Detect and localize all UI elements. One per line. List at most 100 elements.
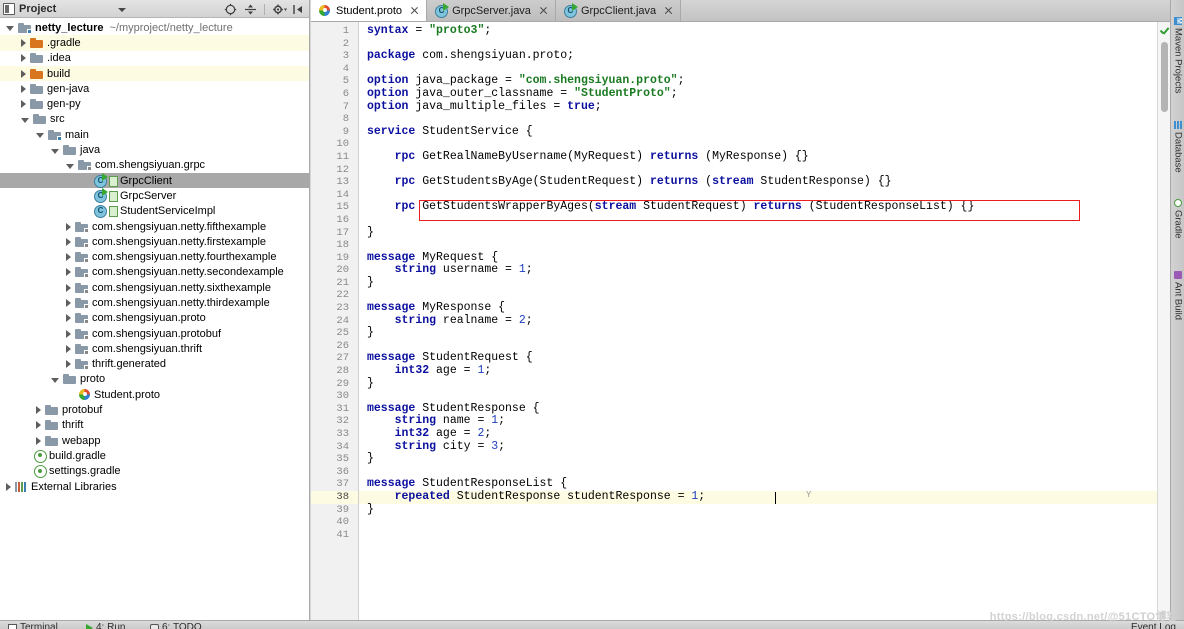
code-line[interactable]: string city = 3; [359, 440, 1157, 454]
close-icon[interactable] [410, 6, 419, 15]
tree-node-com-shengsiyuan-netty-thirdexample[interactable]: com.shengsiyuan.netty.thirdexample [0, 295, 309, 310]
settings-gear-icon[interactable] [272, 3, 287, 16]
tree-node-com-shengsiyuan-netty-fifthexample[interactable]: com.shengsiyuan.netty.fifthexample [0, 219, 309, 234]
tree-node-main[interactable]: main [0, 127, 309, 142]
close-icon[interactable] [664, 6, 673, 15]
tree-node-com-shengsiyuan-netty-sixthexample[interactable]: com.shengsiyuan.netty.sixthexample [0, 280, 309, 295]
status-bar-6-todo[interactable]: 6: TODO [150, 622, 202, 629]
code-line[interactable] [359, 529, 1157, 542]
code-line[interactable]: option java_multiple_files = true; [359, 100, 1157, 114]
chevron-down-icon[interactable] [6, 26, 14, 32]
code-line[interactable]: } [359, 276, 1157, 290]
code-line[interactable]: rpc GetRealNameByUsername(MyRequest) ret… [359, 150, 1157, 164]
tree-node-settings-gradle[interactable]: settings.gradle [0, 464, 309, 479]
chevron-right-icon[interactable] [66, 237, 71, 246]
tree-node-thrift-generated[interactable]: thrift.generated [0, 357, 309, 372]
tree-node-com-shengsiyuan-grpc[interactable]: com.shengsiyuan.grpc [0, 158, 309, 173]
chevron-right-icon[interactable] [21, 100, 26, 109]
code-line[interactable]: service StudentService { [359, 125, 1157, 139]
code-line[interactable]: } [359, 503, 1157, 517]
project-tree[interactable]: netty_lecture ~/myproject/netty_lecture .g… [0, 18, 309, 620]
chevron-down-icon[interactable] [118, 8, 126, 12]
tree-node--gradle[interactable]: .gradle [0, 35, 309, 51]
chevron-right-icon[interactable] [21, 69, 26, 78]
chevron-right-icon[interactable] [66, 344, 71, 353]
chevron-down-icon[interactable] [51, 377, 59, 383]
code-line[interactable]: int32 age = 1; [359, 364, 1157, 378]
chevron-right-icon[interactable] [66, 298, 71, 307]
chevron-down-icon[interactable] [51, 148, 59, 154]
code-line[interactable]: } [359, 226, 1157, 240]
tree-node-gen-java[interactable]: gen-java [0, 81, 309, 96]
code-line[interactable]: rpc GetStudentsWrapperByAges(stream Stud… [359, 201, 1157, 214]
chevron-right-icon[interactable] [66, 329, 71, 338]
editor-tab-student-proto[interactable]: Student.proto [311, 0, 428, 21]
tree-node-proto[interactable]: proto [0, 372, 309, 387]
tree-node-studentserviceimpl[interactable]: StudentServiceImpl [0, 204, 309, 219]
tree-node-build[interactable]: build [0, 65, 309, 82]
locate-target-icon[interactable] [224, 3, 237, 16]
editor-tab-grpcclient-java[interactable]: GrpcClient.java [555, 0, 682, 21]
code-line[interactable]: } [359, 377, 1157, 391]
tool-window-tab-maven-projects[interactable]: M Maven Projects [1171, 14, 1184, 93]
status-bar-terminal[interactable]: Terminal [8, 622, 58, 629]
tree-node-external-libraries[interactable]: External Libraries [0, 479, 309, 494]
tree-node-src[interactable]: src [0, 112, 309, 127]
code-line[interactable] [359, 516, 1157, 529]
chevron-right-icon[interactable] [36, 436, 41, 445]
chevron-right-icon[interactable] [66, 253, 71, 262]
tree-node-build-gradle[interactable]: build.gradle [0, 448, 309, 463]
inspection-ok-check-icon[interactable] [1160, 27, 1169, 36]
tool-window-tab-gradle[interactable]: Gradle [1171, 196, 1184, 239]
hide-panel-icon[interactable] [292, 3, 305, 16]
chevron-right-icon[interactable] [66, 283, 71, 292]
project-panel-title[interactable]: Project [3, 2, 56, 15]
code-line[interactable]: package com.shengsiyuan.proto; [359, 49, 1157, 63]
tree-node-thrift[interactable]: thrift [0, 418, 309, 433]
chevron-right-icon[interactable] [66, 360, 71, 369]
code-line[interactable]: syntax = "proto3"; [359, 24, 1157, 38]
tree-node-gen-py[interactable]: gen-py [0, 96, 309, 111]
tree-node-netty-lecture[interactable]: netty_lecture ~/myproject/netty_lecture [0, 20, 309, 35]
chevron-right-icon[interactable] [21, 38, 26, 47]
chevron-right-icon[interactable] [66, 268, 71, 277]
editor-tab-grpcserver-java[interactable]: GrpcServer.java [427, 0, 556, 21]
tool-window-tab-ant-build[interactable]: Ant Build [1171, 268, 1184, 320]
chevron-down-icon[interactable] [36, 133, 44, 139]
tree-node-com-shengsiyuan-netty-secondexample[interactable]: com.shengsiyuan.netty.secondexample [0, 265, 309, 280]
tool-window-tab-database[interactable]: Database [1171, 118, 1184, 173]
code-line[interactable] [359, 214, 1157, 227]
code-content[interactable]: Υ syntax = "proto3"; package com.shengsi… [359, 22, 1157, 620]
code-line[interactable]: string username = 1; [359, 263, 1157, 277]
chevron-right-icon[interactable] [36, 406, 41, 415]
tree-node-webapp[interactable]: webapp [0, 433, 309, 448]
tree-node-protobuf[interactable]: protobuf [0, 402, 309, 417]
code-line[interactable]: } [359, 452, 1157, 466]
tree-node-com-shengsiyuan-netty-fourthexample[interactable]: com.shengsiyuan.netty.fourthexample [0, 249, 309, 264]
tree-node-com-shengsiyuan-thrift[interactable]: com.shengsiyuan.thrift [0, 341, 309, 356]
tree-node-student-proto[interactable]: Student.proto [0, 387, 309, 402]
tree-node-grpcclient[interactable]: GrpcClient [0, 172, 309, 189]
code-editor[interactable]: 1 2 3 4 5 6 7 8 9 10 11 12 13 14 15 16 17 18 19 20 21 22 23 24 2… [311, 22, 1170, 620]
code-line[interactable]: string realname = 2; [359, 314, 1157, 328]
status-bar-4-run[interactable]: 4: Run [86, 622, 125, 629]
tree-node-com-shengsiyuan-proto[interactable]: com.shengsiyuan.proto [0, 311, 309, 326]
code-line[interactable]: rpc GetStudentsByAge(StudentRequest) ret… [359, 175, 1157, 189]
tree-node-grpcserver[interactable]: GrpcServer [0, 187, 309, 203]
chevron-right-icon[interactable] [21, 84, 26, 93]
tree-node-java[interactable]: java [0, 142, 309, 157]
code-line[interactable]: } [359, 326, 1157, 340]
editor-marker-scrollbar[interactable] [1157, 22, 1170, 620]
close-icon[interactable] [539, 6, 548, 15]
chevron-right-icon[interactable] [6, 482, 11, 491]
vertical-scrollbar-thumb[interactable] [1161, 42, 1168, 112]
collapse-all-icon[interactable] [244, 3, 257, 16]
chevron-right-icon[interactable] [36, 421, 41, 430]
tree-node-com-shengsiyuan-protobuf[interactable]: com.shengsiyuan.protobuf [0, 326, 309, 341]
chevron-right-icon[interactable] [66, 314, 71, 323]
tree-node-com-shengsiyuan-netty-firstexample[interactable]: com.shengsiyuan.netty.firstexample [0, 234, 309, 249]
chevron-right-icon[interactable] [66, 222, 71, 231]
code-line[interactable]: repeated StudentResponse studentResponse… [359, 490, 1157, 504]
tree-node--idea[interactable]: .idea [0, 51, 309, 66]
chevron-down-icon[interactable] [66, 163, 74, 169]
